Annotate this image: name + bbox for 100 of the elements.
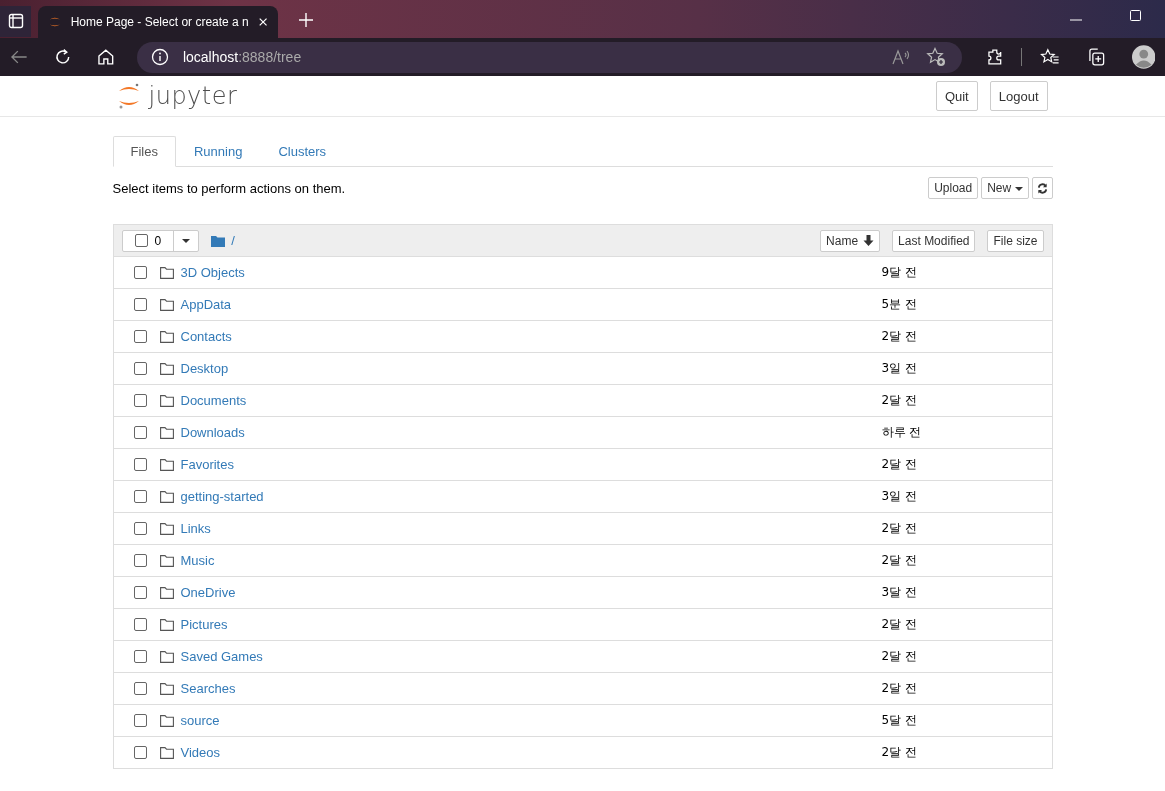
folder-link[interactable]: Contacts bbox=[180, 329, 232, 344]
extensions-icon[interactable] bbox=[985, 48, 1004, 66]
sort-button[interactable]: Name bbox=[820, 229, 881, 252]
modified-time: 2달 전 bbox=[881, 744, 918, 761]
folder-link[interactable]: getting-started bbox=[180, 489, 264, 504]
upload-button[interactable]: Upload bbox=[928, 177, 979, 199]
folder-icon bbox=[159, 266, 174, 279]
header-button[interactable]: Logout bbox=[989, 81, 1048, 111]
folder-link[interactable]: Desktop bbox=[180, 361, 229, 376]
folder-icon bbox=[159, 426, 174, 439]
folder-icon bbox=[159, 650, 174, 663]
page-tab[interactable]: Clusters bbox=[260, 136, 345, 167]
modified-time: 2달 전 bbox=[881, 648, 918, 665]
home-icon[interactable] bbox=[97, 48, 115, 66]
refresh-button[interactable] bbox=[1031, 177, 1053, 199]
row-checkbox[interactable] bbox=[133, 618, 147, 631]
folder-link[interactable]: Music bbox=[180, 553, 215, 568]
folder-icon bbox=[159, 714, 174, 727]
modified-time: 9달 전 bbox=[881, 264, 918, 281]
folder-link[interactable]: Searches bbox=[180, 681, 236, 696]
row-checkbox[interactable] bbox=[133, 554, 147, 567]
row-checkbox[interactable] bbox=[133, 266, 147, 279]
folder-icon bbox=[159, 746, 174, 759]
folder-icon bbox=[159, 394, 174, 407]
modified-time: 2달 전 bbox=[881, 520, 918, 537]
folder-icon bbox=[159, 298, 174, 311]
select-all-checkbox[interactable] bbox=[134, 234, 148, 247]
modified-time: 5달 전 bbox=[881, 712, 918, 729]
refresh-icon[interactable] bbox=[53, 48, 72, 66]
selected-count: 0 bbox=[154, 233, 162, 248]
modified-time: 5분 전 bbox=[881, 296, 918, 313]
info-icon bbox=[150, 48, 169, 66]
row-checkbox[interactable] bbox=[133, 522, 147, 535]
tab-actions-icon[interactable] bbox=[0, 5, 31, 37]
folder-icon bbox=[159, 554, 174, 567]
browser-tab[interactable]: Home Page - Select or create a n bbox=[38, 6, 278, 38]
modified-time: 3일 전 bbox=[881, 360, 918, 377]
new-button[interactable]: New bbox=[981, 177, 1029, 199]
instruction-text: Select items to perform actions on them. bbox=[112, 180, 346, 196]
folder-icon bbox=[159, 490, 174, 503]
folder-link[interactable]: source bbox=[180, 713, 220, 728]
row-checkbox[interactable] bbox=[133, 746, 147, 759]
row-checkbox[interactable] bbox=[133, 362, 147, 375]
page-tab[interactable]: Files bbox=[112, 136, 176, 167]
folder-icon bbox=[159, 362, 174, 375]
folder-link[interactable]: Pictures bbox=[180, 617, 228, 632]
address-field[interactable]: localhost:8888/tree bbox=[136, 41, 962, 73]
row-checkbox[interactable] bbox=[133, 298, 147, 311]
folder-icon bbox=[159, 458, 174, 471]
row-checkbox[interactable] bbox=[133, 490, 147, 503]
logo-text: jupyter bbox=[148, 82, 238, 110]
close-icon[interactable] bbox=[257, 16, 268, 28]
select-control[interactable]: 0 bbox=[121, 229, 200, 252]
down-arrow-icon bbox=[863, 235, 875, 246]
new-tab-icon[interactable] bbox=[298, 12, 314, 28]
url-text: localhost:8888/tree bbox=[182, 49, 302, 65]
modified-time: 2달 전 bbox=[881, 328, 918, 345]
modified-time: 3달 전 bbox=[881, 584, 918, 601]
refresh-icon bbox=[1036, 182, 1048, 194]
modified-time: 2달 전 bbox=[881, 616, 918, 633]
row-checkbox[interactable] bbox=[133, 458, 147, 471]
page-tab[interactable]: Running bbox=[175, 136, 261, 167]
modified-time: 3일 전 bbox=[881, 488, 918, 505]
maximize-icon[interactable] bbox=[1130, 10, 1141, 21]
folder-link[interactable]: Videos bbox=[180, 745, 220, 760]
folder-link[interactable]: Links bbox=[180, 521, 211, 536]
row-checkbox[interactable] bbox=[133, 714, 147, 727]
profile-avatar-icon[interactable] bbox=[1131, 45, 1156, 69]
modified-time: 2달 전 bbox=[881, 392, 918, 409]
folder-icon bbox=[159, 522, 174, 535]
path-link[interactable]: / bbox=[231, 233, 235, 248]
modified-time: 2달 전 bbox=[881, 456, 918, 473]
folder-link[interactable]: OneDrive bbox=[180, 585, 236, 600]
folder-icon bbox=[159, 618, 174, 631]
sort-button[interactable]: File size bbox=[987, 229, 1044, 252]
sort-button[interactable]: Last Modified bbox=[892, 229, 976, 252]
folder-link[interactable]: Favorites bbox=[180, 457, 234, 472]
row-checkbox[interactable] bbox=[133, 394, 147, 407]
favorites-icon[interactable] bbox=[1040, 48, 1060, 66]
row-checkbox[interactable] bbox=[133, 682, 147, 695]
tab-title: Home Page - Select or create a n bbox=[70, 15, 249, 29]
read-aloud-icon[interactable] bbox=[891, 49, 912, 65]
header-button[interactable]: Quit bbox=[935, 81, 978, 111]
folder-link[interactable]: Downloads bbox=[180, 425, 245, 440]
row-checkbox[interactable] bbox=[133, 426, 147, 439]
folder-link[interactable]: Documents bbox=[180, 393, 247, 408]
folder-link[interactable]: 3D Objects bbox=[180, 265, 245, 280]
modified-time: 2달 전 bbox=[881, 680, 918, 697]
row-checkbox[interactable] bbox=[133, 586, 147, 599]
modified-time: 하루 전 bbox=[881, 424, 923, 441]
folder-icon bbox=[159, 682, 174, 695]
row-checkbox[interactable] bbox=[133, 650, 147, 663]
row-checkbox[interactable] bbox=[133, 330, 147, 343]
folder-icon bbox=[211, 234, 226, 247]
add-favorite-icon[interactable] bbox=[925, 47, 946, 67]
folder-link[interactable]: Saved Games bbox=[180, 649, 263, 664]
folder-icon bbox=[159, 586, 174, 599]
modified-time: 2달 전 bbox=[881, 552, 918, 569]
folder-link[interactable]: AppData bbox=[180, 297, 232, 312]
back-icon[interactable] bbox=[10, 49, 28, 65]
